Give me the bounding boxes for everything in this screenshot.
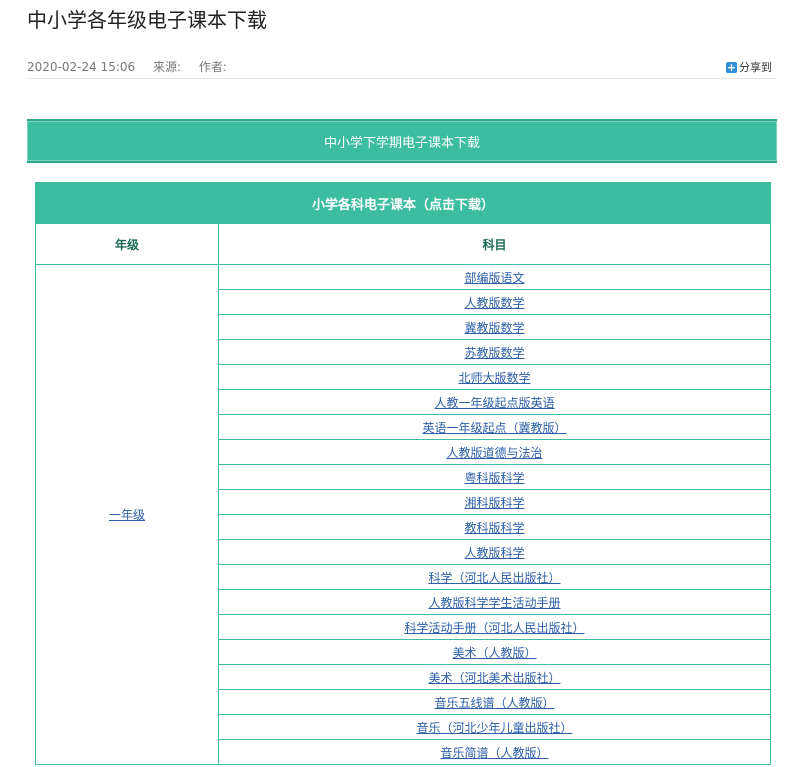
page-title: 中小学各年级电子课本下载 (27, 8, 267, 32)
subject-cell: 湘科版科学 (218, 489, 771, 515)
grade-cell: 一年级 (35, 264, 219, 765)
subject-link[interactable]: 冀教版数学 (464, 321, 524, 335)
subject-cell: 教科版科学 (218, 514, 771, 540)
subject-link[interactable]: 科学（河北人民出版社） (428, 571, 560, 585)
subject-cell: 粤科版科学 (218, 464, 771, 490)
publish-date: 2020-02-24 15:06 (27, 60, 136, 74)
article-meta: 2020-02-24 15:06 来源: 作者: (27, 58, 776, 76)
subject-cell: 科学（河北人民出版社） (218, 564, 771, 590)
subject-link[interactable]: 苏教版数学 (464, 346, 524, 360)
meta-divider (27, 78, 776, 79)
subject-cell: 北师大版数学 (218, 364, 771, 390)
subject-link[interactable]: 人教版科学 (464, 546, 524, 560)
share-button[interactable]: + 分享到 (726, 59, 772, 75)
subject-cell: 音乐五线谱（人教版） (218, 689, 771, 715)
subject-link[interactable]: 湘科版科学 (464, 496, 524, 510)
table-body: 一年级 部编版语文人教版数学冀教版数学苏教版数学北师大版数学人教一年级起点版英语英… (35, 264, 771, 765)
section-banner: 中小学下学期电子课本下载 (27, 119, 777, 163)
grade-link[interactable]: 一年级 (109, 508, 145, 522)
subject-link[interactable]: 英语一年级起点（冀教版） (422, 421, 566, 435)
table-row: 一年级 部编版语文 (35, 264, 771, 765)
grade-header: 年级 (35, 223, 219, 265)
subject-cell: 人教一年级起点版英语 (218, 389, 771, 415)
subject-link[interactable]: 音乐（河北少年儿童出版社） (416, 721, 572, 735)
subject-link[interactable]: 音乐简谱（人教版） (440, 746, 548, 760)
subject-cell: 科学活动手册（河北人民出版社） (218, 614, 771, 640)
subject-link[interactable]: 人教版数学 (464, 296, 524, 310)
share-plus-icon: + (726, 60, 737, 74)
subject-header: 科目 (218, 223, 771, 265)
subject-link[interactable]: 部编版语文 (464, 271, 524, 285)
subject-link[interactable]: 北师大版数学 (458, 371, 530, 385)
subject-link[interactable]: 人教一年级起点版英语 (434, 396, 554, 410)
subject-link[interactable]: 美术（河北美术出版社） (428, 671, 560, 685)
subject-cell: 美术（河北美术出版社） (218, 664, 771, 690)
subject-cell: 冀教版数学 (218, 314, 771, 340)
subject-cell: 英语一年级起点（冀教版） (218, 414, 771, 440)
table-header-row: 年级 科目 (35, 223, 771, 265)
table-title-row: 小学各科电子课本（点击下载） (35, 182, 771, 224)
subject-link[interactable]: 音乐五线谱（人教版） (434, 696, 554, 710)
subject-cell: 苏教版数学 (218, 339, 771, 365)
subject-cell: 音乐（河北少年儿童出版社） (218, 714, 771, 740)
source-label: 来源: (152, 60, 182, 74)
subject-link[interactable]: 科学活动手册（河北人民出版社） (404, 621, 584, 635)
table-title: 小学各科电子课本（点击下载） (35, 182, 771, 224)
subject-cell: 部编版语文 (218, 264, 771, 290)
subject-link[interactable]: 人教版道德与法治 (446, 446, 542, 460)
author-label: 作者: (198, 60, 227, 74)
textbook-table: 小学各科电子课本（点击下载） 年级 科目 一年级 部编版语文人教版数学冀教版数学苏… (35, 182, 771, 765)
subject-cell: 人教版数学 (218, 289, 771, 315)
subject-link[interactable]: 美术（人教版） (452, 646, 536, 660)
subject-cell: 人教版科学 (218, 539, 771, 565)
subject-cell: 美术（人教版） (218, 639, 771, 665)
subject-cell: 音乐简谱（人教版） (218, 739, 771, 765)
subject-cell: 人教版科学学生活动手册 (218, 589, 771, 615)
subject-link[interactable]: 教科版科学 (464, 521, 524, 535)
subject-cell: 人教版道德与法治 (218, 439, 771, 465)
subject-link[interactable]: 粤科版科学 (464, 471, 524, 485)
share-label: 分享到 (739, 61, 772, 74)
subject-link[interactable]: 人教版科学学生活动手册 (428, 596, 560, 610)
banner-title: 中小学下学期电子课本下载 (323, 135, 480, 151)
